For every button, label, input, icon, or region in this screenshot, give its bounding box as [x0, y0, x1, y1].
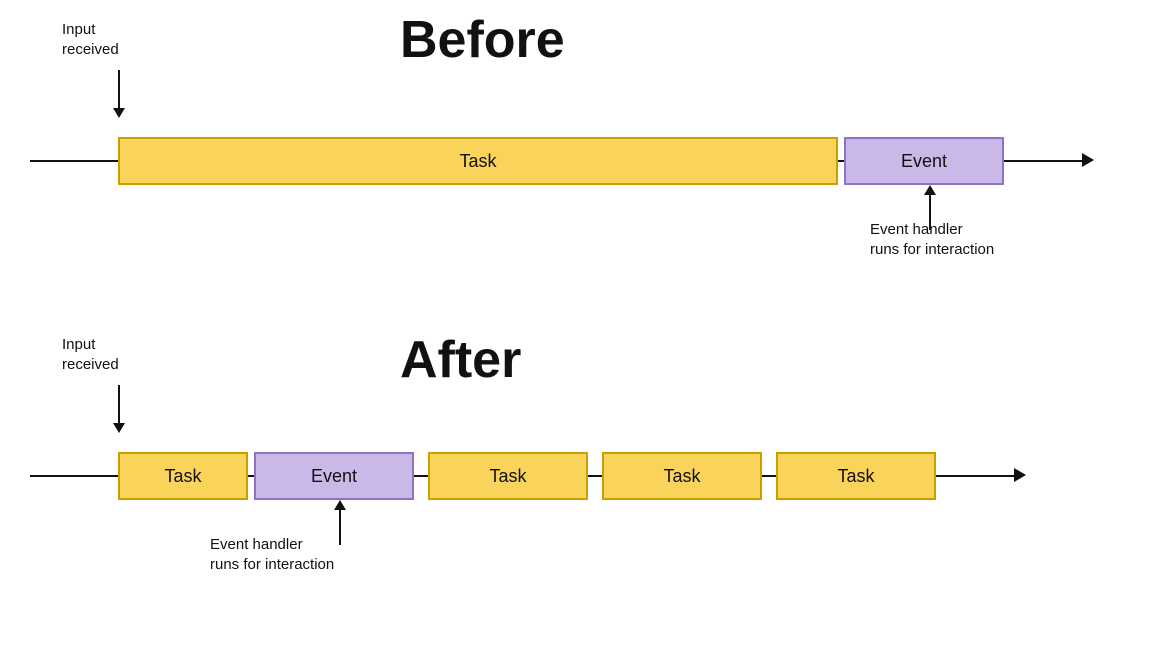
- after-input-arrow: [113, 385, 125, 433]
- after-event-handler-label: Event handler runs for interaction: [210, 535, 334, 574]
- before-timeline-left: [30, 160, 118, 162]
- after-arrow-right: [1014, 468, 1026, 482]
- before-timeline-right: [1004, 160, 1084, 162]
- before-title: Before: [400, 10, 565, 70]
- after-task4-box: Task: [776, 452, 936, 500]
- before-event-handler-label: Event handler runs for interaction: [870, 220, 994, 259]
- after-task1-box: Task: [118, 452, 248, 500]
- after-event-arrow: [334, 500, 346, 545]
- before-input-label: Input received: [62, 20, 119, 59]
- before-arrow-right: [1082, 153, 1094, 167]
- after-input-label: Input received: [62, 335, 119, 374]
- after-title: After: [400, 330, 521, 390]
- after-task2-box: Task: [428, 452, 588, 500]
- after-connector-3: [588, 475, 602, 477]
- before-event-box: Event: [844, 137, 1004, 185]
- diagram-container: Before Input received Task Event Event h…: [0, 0, 1155, 647]
- before-task-box: Task: [118, 137, 838, 185]
- after-timeline-left: [30, 475, 118, 477]
- after-connector-4: [762, 475, 776, 477]
- before-input-arrow: [113, 70, 125, 118]
- after-connector-2: [414, 475, 428, 477]
- after-task3-box: Task: [602, 452, 762, 500]
- after-event-box: Event: [254, 452, 414, 500]
- after-timeline-right: [936, 475, 1016, 477]
